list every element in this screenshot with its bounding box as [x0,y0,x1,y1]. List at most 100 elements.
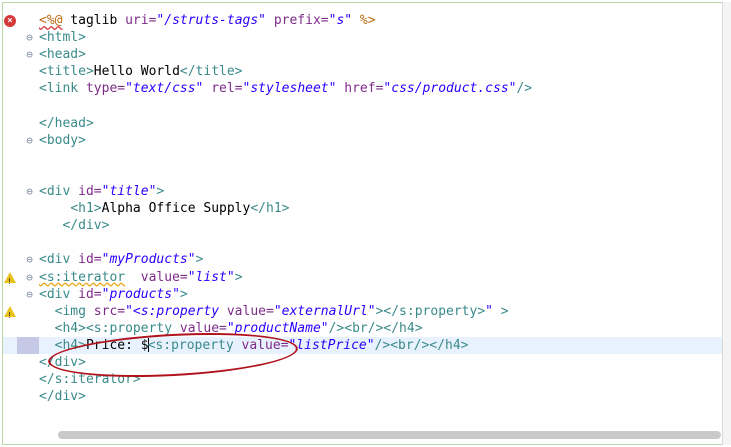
code-token: taglib [62,13,126,28]
code-token: <%@ [39,13,63,28]
code-token: "list" [187,269,235,285]
code-token: <s:property [147,337,242,353]
code-token: uri= [125,13,157,28]
warning-icon[interactable] [4,306,16,324]
code-token: </div> [39,389,86,405]
code-text[interactable]: <div id="title"> [39,183,164,200]
code-text[interactable]: <img src="<s:property value="externalUrl… [39,303,509,320]
code-editor[interactable]: × <%@ taglib uri="/struts-tags" prefix="s… [2,2,729,445]
code-token: /> [516,81,533,97]
code-token: <div [39,252,79,268]
code-text[interactable]: </s:iterator> [39,371,141,388]
code-text[interactable]: <h4><s:property value="productName"/><br… [39,320,423,337]
code-line[interactable]: ⊖ <div id="title"> [3,183,728,200]
fold-collapse-icon[interactable]: ⊖ [24,183,35,200]
code-line[interactable]: <h4>Price: $<s:property value="listPrice… [3,336,728,354]
code-text[interactable]: </head> [39,115,94,132]
code-token: "myProducts" [101,252,196,268]
code-line[interactable]: <link type="text/css" rel="stylesheet" h… [3,80,728,97]
horizontal-scrollbar[interactable] [58,431,721,439]
code-text[interactable]: <html> [39,29,86,46]
code-line[interactable]: </div> [3,354,728,371]
code-token: > [156,184,165,199]
code-text[interactable]: <h1>Alpha Office Supply</h1> [39,200,289,217]
current-line-marker [17,336,39,354]
code-text[interactable]: <%@ taglib uri="/struts-tags" prefix="s"… [39,12,376,29]
code-token: </s:iterator> [39,372,141,388]
code-token: </h1> [250,201,290,217]
code-text[interactable]: </div> [39,217,109,234]
code-line[interactable]: <h1>Alpha Office Supply</h1> [3,200,728,217]
code-line[interactable]: ⊖ <head> [3,46,728,63]
code-token: "css/product.css" [383,81,517,97]
fold-collapse-icon[interactable]: ⊖ [24,286,35,303]
code-token: id= [78,252,102,268]
code-text[interactable]: <div id="products"> [39,286,188,303]
code-line[interactable]: </s:iterator> [3,371,728,388]
code-text[interactable]: <title>Hello World</title> [39,63,243,80]
code-text[interactable]: <div id="myProducts"> [39,251,203,268]
fold-collapse-icon[interactable]: ⊖ [24,269,35,286]
code-token: src= [93,303,126,319]
code-line[interactable] [3,166,728,183]
code-line[interactable]: ⊖<s:iterator value="list"> [3,269,728,290]
code-token: <html> [39,30,86,46]
annotation-gutter[interactable] [3,303,17,324]
code-token: type= [85,81,126,97]
code-token: > [492,303,509,319]
code-token: <head> [39,47,86,63]
code-line[interactable]: ⊖ <div id="products"> [3,286,728,303]
code-text[interactable]: <s:iterator value="list"> [39,269,243,286]
fold-collapse-icon[interactable]: ⊖ [24,251,35,268]
code-line[interactable]: × <%@ taglib uri="/struts-tags" prefix="s… [3,12,728,29]
code-token: > [195,252,204,268]
code-token: value= [241,337,289,353]
code-token: "s" [328,13,353,28]
code-line[interactable]: <title>Hello World</title> [3,63,728,80]
code-line[interactable]: </head> [3,115,728,132]
code-line[interactable]: <img src="<s:property value="externalUrl… [3,303,728,324]
code-token: Price: $ [85,337,149,353]
code-line[interactable]: </div> [3,217,728,234]
code-line[interactable] [3,149,728,166]
code-token: id= [78,184,102,199]
error-icon[interactable]: × [4,15,16,27]
code-token: <s:iterator [39,269,126,285]
annotation-gutter[interactable] [3,269,17,290]
code-line[interactable]: ⊖ <html> [3,29,728,46]
warning-icon[interactable] [4,272,16,290]
code-text[interactable]: <body> [39,132,86,149]
fold-collapse-icon[interactable]: ⊖ [24,132,35,149]
annotation-gutter[interactable]: × [3,12,17,29]
code-token: Alpha Office Supply [101,201,251,217]
code-token: /><br/></h4> [374,337,469,353]
code-token: "title" [101,184,157,199]
code-token: "listPrice" [288,337,375,353]
code-text[interactable]: <head> [39,46,86,63]
code-line[interactable]: </div> [3,388,728,405]
code-token: <link [39,81,86,97]
code-line[interactable] [3,234,728,251]
code-text[interactable]: <h4>Price: $<s:property value="listPrice… [39,337,469,354]
code-token: "<s:property [125,303,227,319]
code-token: "externalUrl" [273,303,376,319]
code-token: <div [39,184,79,199]
code-token: <div [39,286,79,302]
code-text[interactable]: </div> [39,388,86,405]
fold-collapse-icon[interactable]: ⊖ [24,29,35,46]
code-text[interactable]: </div> [39,354,86,371]
code-token: "stylesheet" [242,81,337,97]
fold-collapse-icon[interactable]: ⊖ [24,46,35,63]
code-text[interactable]: <link type="text/css" rel="stylesheet" h… [39,80,532,97]
code-line[interactable]: ⊖ <div id="myProducts"> [3,251,728,268]
code-line[interactable]: ⊖ <body> [3,132,728,149]
code-token: href= [336,81,384,97]
code-line[interactable] [3,98,728,115]
code-token: <h4> [54,337,86,353]
code-token: prefix= [266,13,329,28]
code-line[interactable]: <h4><s:property value="productName"/><br… [3,320,728,337]
